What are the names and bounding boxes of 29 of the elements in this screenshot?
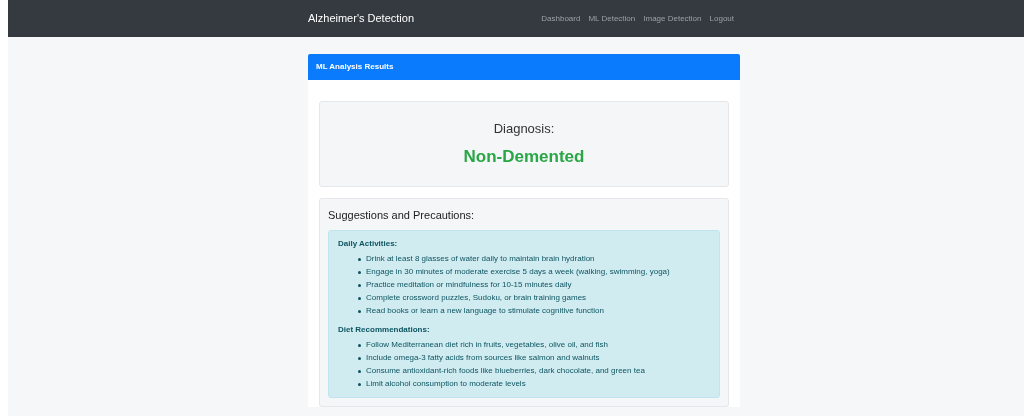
list-item: Drink at least 8 glasses of water daily to maintain brain hydration — [366, 253, 595, 265]
bullet-icon — [358, 369, 361, 373]
list-item: Limit alcohol consumption to moderate levels — [366, 378, 526, 390]
section-heading: Diet Recommendations: — [338, 323, 431, 336]
bullet-icon — [358, 270, 361, 274]
bullet-icon — [358, 257, 361, 261]
nav-link[interactable]: Logout — [709, 12, 734, 25]
diagnosis-label: Diagnosis: — [493, 119, 555, 138]
list-item: Read books or learn a new language to stimulate cognitive function — [366, 305, 604, 317]
bullet-icon — [358, 296, 361, 300]
bullet-icon — [358, 356, 361, 360]
diagnosis-result: Non-Demented — [463, 146, 585, 168]
suggestions-title: Suggestions and Precautions: — [328, 208, 476, 223]
nav-link[interactable]: ML Detection — [588, 12, 636, 25]
list-item: Complete crossword puzzles, Sudoku, or brain training games — [366, 292, 587, 304]
section-heading: Daily Activities: — [338, 237, 399, 250]
bullet-icon — [358, 283, 361, 287]
list-item: Engage in 30 minutes of moderate exercise 5 days a week (walking, swimming, yoga) — [366, 266, 670, 278]
list-item: Consume antioxidant-rich foods like blueberries, dark chocolate, and green tea — [366, 365, 645, 377]
brand-title[interactable]: Alzheimer's Detection — [308, 10, 415, 27]
list-item: Follow Mediterranean diet rich in fruits, vegetables, olive oil, and fish — [366, 339, 608, 351]
bullet-icon — [358, 382, 361, 386]
bullet-icon — [358, 343, 361, 347]
list-item: Include omega-3 fatty acids from sources like salmon and walnuts — [366, 352, 600, 364]
nav-link[interactable]: Image Detection — [643, 12, 702, 25]
card-header: ML Analysis Results — [308, 54, 740, 80]
nav-link[interactable]: Dashboard — [541, 12, 581, 25]
bullet-icon — [358, 309, 361, 313]
list-item: Practice meditation or mindfulness for 10-15 minutes daily — [366, 279, 572, 291]
